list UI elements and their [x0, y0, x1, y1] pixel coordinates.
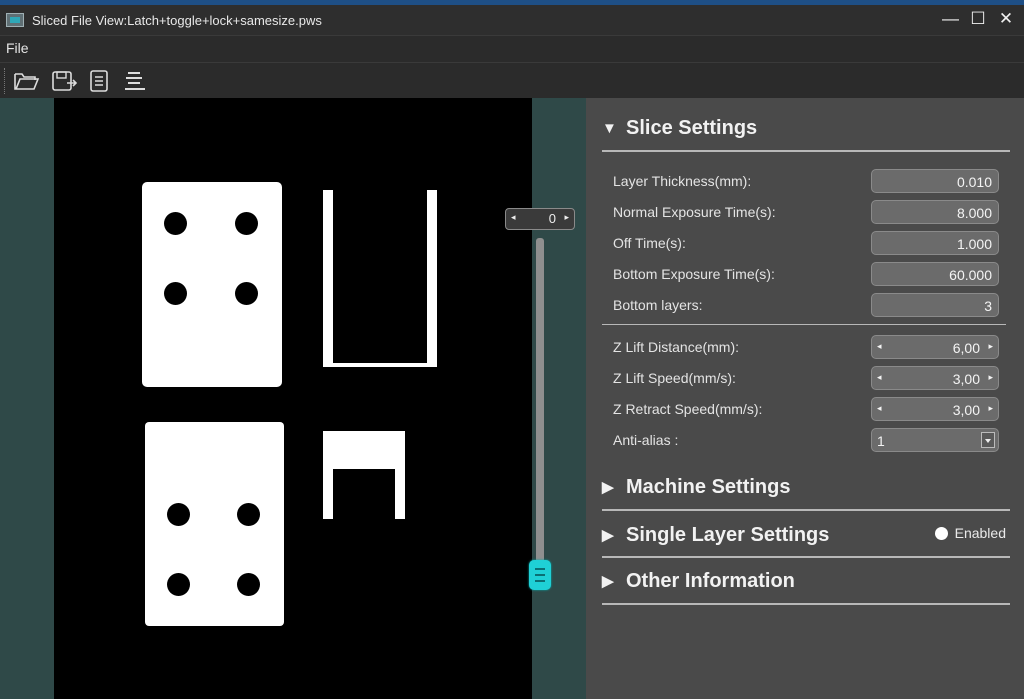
bottom-exposure-row: Bottom Exposure Time(s): 60.000 [613, 262, 999, 286]
layer-value: 0 [548, 211, 556, 226]
app-icon [6, 13, 24, 27]
slice-canvas [54, 98, 532, 699]
save-icon[interactable] [50, 68, 78, 94]
other-information-header[interactable]: ▶ Other Information [602, 563, 1010, 599]
z-retract-speed-row: Z Retract Speed(mm/s): ◂ 3,00 ▸ [613, 397, 999, 421]
hole [164, 212, 187, 235]
arrow-left-icon[interactable]: ◂ [877, 403, 882, 414]
chevron-down-icon[interactable] [981, 432, 995, 448]
menu-bar: File [0, 36, 1024, 62]
anti-alias-select[interactable]: 1 [871, 428, 999, 452]
normal-exposure-row: Normal Exposure Time(s): 8.000 [613, 200, 999, 224]
arrow-right-icon[interactable]: ▸ [988, 372, 993, 383]
layer-slider-handle[interactable] [529, 560, 551, 590]
arrow-right-icon[interactable]: ▸ [988, 341, 993, 352]
z-lift-distance-spinbox[interactable]: ◂ 6,00 ▸ [871, 335, 999, 359]
z-lift-speed-spinbox[interactable]: ◂ 3,00 ▸ [871, 366, 999, 390]
toolbar-grip[interactable] [4, 68, 7, 94]
hole [167, 503, 190, 526]
hole [237, 573, 260, 596]
title-bar[interactable]: Sliced File View:Latch+toggle+lock+sames… [0, 5, 1024, 36]
window-title: Sliced File View:Latch+toggle+lock+sames… [32, 12, 322, 28]
arrow-left-icon[interactable]: ◂ [877, 372, 882, 383]
off-time-field[interactable]: 1.000 [871, 231, 999, 255]
off-time-row: Off Time(s): 1.000 [613, 231, 999, 255]
slice-part-small-bracket-top [323, 431, 405, 469]
triangle-right-icon: ▶ [602, 479, 614, 496]
maximize-button[interactable]: ☐ [970, 8, 986, 30]
hole [167, 573, 190, 596]
hole [237, 503, 260, 526]
toolbar [0, 62, 1024, 99]
arrow-left-icon[interactable]: ◂ [877, 341, 882, 352]
slice-part-plate-top-left [142, 182, 282, 387]
slice-part-u-frame-left-wall [323, 190, 333, 367]
slice-part-u-frame-right-wall [427, 190, 437, 367]
arrow-right-icon[interactable]: ▸ [988, 403, 993, 414]
open-folder-icon[interactable] [12, 68, 40, 94]
hole [235, 212, 258, 235]
enabled-toggle[interactable]: Enabled [934, 525, 1006, 541]
z-lift-speed-row: Z Lift Speed(mm/s): ◂ 3,00 ▸ [613, 366, 999, 390]
divider [602, 324, 1006, 325]
layer-spinbox[interactable]: ◂ 0 ▸ [505, 208, 575, 230]
divider [602, 603, 1010, 605]
bottom-layers-row: Bottom layers: 3 [613, 293, 999, 317]
list-icon[interactable] [122, 68, 150, 94]
slice-part-u-frame-bottom [323, 363, 437, 367]
layer-thickness-field[interactable]: 0.010 [871, 169, 999, 193]
divider [602, 509, 1010, 511]
slice-part-small-bracket-right [395, 431, 405, 519]
divider [602, 556, 1010, 558]
settings-panel: ▼ Slice Settings Layer Thickness(mm): 0.… [586, 98, 1024, 699]
bottom-exposure-field[interactable]: 60.000 [871, 262, 999, 286]
minimize-button[interactable]: — [942, 8, 959, 30]
slice-settings-header[interactable]: ▼ Slice Settings [602, 110, 1010, 146]
hole [164, 282, 187, 305]
close-button[interactable]: ✕ [998, 8, 1014, 30]
divider [602, 150, 1010, 152]
arrow-right-icon[interactable]: ▸ [564, 212, 569, 223]
layer-thickness-row: Layer Thickness(mm): 0.010 [613, 169, 999, 193]
machine-settings-header[interactable]: ▶ Machine Settings [602, 469, 1010, 505]
triangle-down-icon: ▼ [602, 119, 617, 137]
radio-dot-icon [934, 526, 948, 540]
z-retract-speed-spinbox[interactable]: ◂ 3,00 ▸ [871, 397, 999, 421]
triangle-right-icon: ▶ [602, 573, 614, 590]
slice-part-plate-bottom-left [145, 422, 284, 626]
z-lift-distance-row: Z Lift Distance(mm): ◂ 6,00 ▸ [613, 335, 999, 359]
bottom-layers-field[interactable]: 3 [871, 293, 999, 317]
anti-alias-row: Anti-alias : 1 [613, 428, 999, 452]
document-icon[interactable] [86, 68, 114, 94]
layer-slider-track[interactable] [536, 238, 544, 590]
menu-file[interactable]: File [6, 40, 29, 56]
arrow-left-icon[interactable]: ◂ [511, 212, 516, 223]
slice-part-small-bracket-left [323, 431, 333, 519]
normal-exposure-field[interactable]: 8.000 [871, 200, 999, 224]
triangle-right-icon: ▶ [602, 527, 614, 544]
hole [235, 282, 258, 305]
